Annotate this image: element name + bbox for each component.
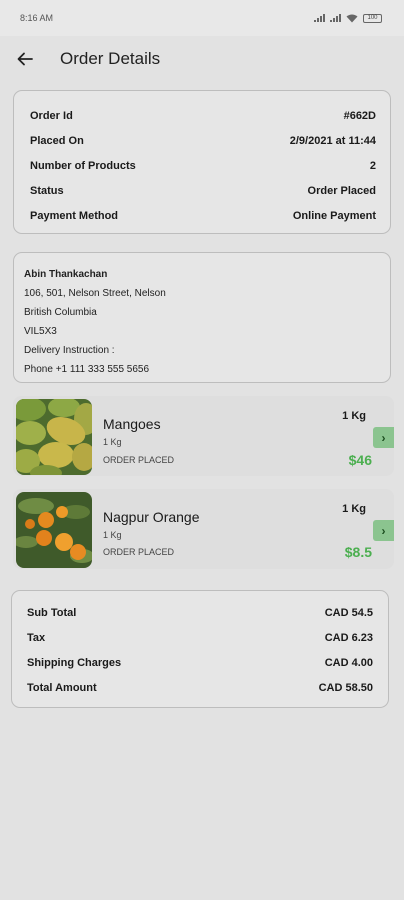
product-price: $46 [348,452,372,468]
mango-photo [16,399,92,475]
app-bar: Order Details [0,36,404,82]
status-time: 8:16 AM [20,13,54,23]
row-value: CAD 58.50 [318,681,373,694]
row-label: Payment Method [30,209,119,222]
product-name: Nagpur Orange [103,509,200,525]
battery-level: 100 [367,14,378,21]
status-row: Status Order Placed [30,178,376,203]
product-details-button[interactable]: › [373,520,394,541]
orange-photo [16,492,92,568]
row-value: CAD 4.00 [324,656,373,669]
product-item-mangoes[interactable]: Mangoes 1 Kg ORDER PLACED 1 Kg $46 › [13,396,394,476]
row-label: Status [30,184,64,197]
row-label: Placed On [30,134,84,147]
tax-row: Tax CAD 6.23 [27,625,373,650]
product-name: Mangoes [103,416,161,432]
total-row: Total Amount CAD 58.50 [27,675,373,700]
delivery-instruction: Delivery Instruction : [24,345,115,356]
wifi-icon [346,14,358,22]
product-status: ORDER PLACED [103,547,175,557]
product-quantity: 1 Kg [103,530,122,540]
battery-icon: 100 [363,13,382,23]
product-count-row: Number of Products 2 [30,153,376,178]
product-unit: 1 Kg [342,410,366,422]
chevron-right-icon: › [381,430,386,445]
address-postal: VIL5X3 [24,326,57,337]
product-price: $8.5 [344,544,372,560]
back-button[interactable] [14,48,36,70]
row-value: #662D [343,109,376,122]
row-value: CAD 6.23 [324,631,373,644]
order-summary-card: Sub Total CAD 54.5 Tax CAD 6.23 Shipping… [11,590,389,708]
product-quantity: 1 Kg [103,437,122,447]
address-province: British Columbia [24,307,97,318]
row-label: Order Id [30,109,73,122]
subtotal-row: Sub Total CAD 54.5 [27,600,373,625]
product-details-button[interactable]: › [373,427,394,448]
product-unit: 1 Kg [342,503,366,515]
row-label: Tax [27,631,46,644]
address-street: 106, 501, Nelson Street, Nelson [24,288,166,299]
status-icons: 100 [314,13,382,23]
shipping-row: Shipping Charges CAD 4.00 [27,650,373,675]
product-item-nagpur-orange[interactable]: Nagpur Orange 1 Kg ORDER PLACED 1 Kg $8.… [13,489,394,569]
placed-on-row: Placed On 2/9/2021 at 11:44 [30,128,376,153]
row-value: 2 [369,159,376,172]
row-value: 2/9/2021 at 11:44 [289,134,376,147]
signal-icon [314,14,325,22]
chevron-right-icon: › [381,523,386,538]
row-label: Total Amount [27,681,97,694]
arrow-left-icon [17,52,33,66]
status-bar: 8:16 AM 100 [0,0,404,36]
customer-phone: Phone +1 111 333 555 5656 [24,364,150,375]
row-value: CAD 54.5 [324,606,373,619]
row-label: Number of Products [30,159,136,172]
customer-name: Abin Thankachan [24,269,108,280]
page-title: Order Details [60,49,161,68]
row-label: Shipping Charges [27,656,122,669]
row-label: Sub Total [27,606,77,619]
signal-icon-2 [330,14,341,22]
row-value: Order Placed [307,184,376,197]
payment-method-row: Payment Method Online Payment [30,203,376,228]
product-status: ORDER PLACED [103,455,175,465]
delivery-address-card: Abin Thankachan 106, 501, Nelson Street,… [13,252,391,383]
order-info-card: Order Id #662D Placed On 2/9/2021 at 11:… [13,90,391,234]
order-id-row: Order Id #662D [30,103,376,128]
row-value: Online Payment [292,209,376,222]
